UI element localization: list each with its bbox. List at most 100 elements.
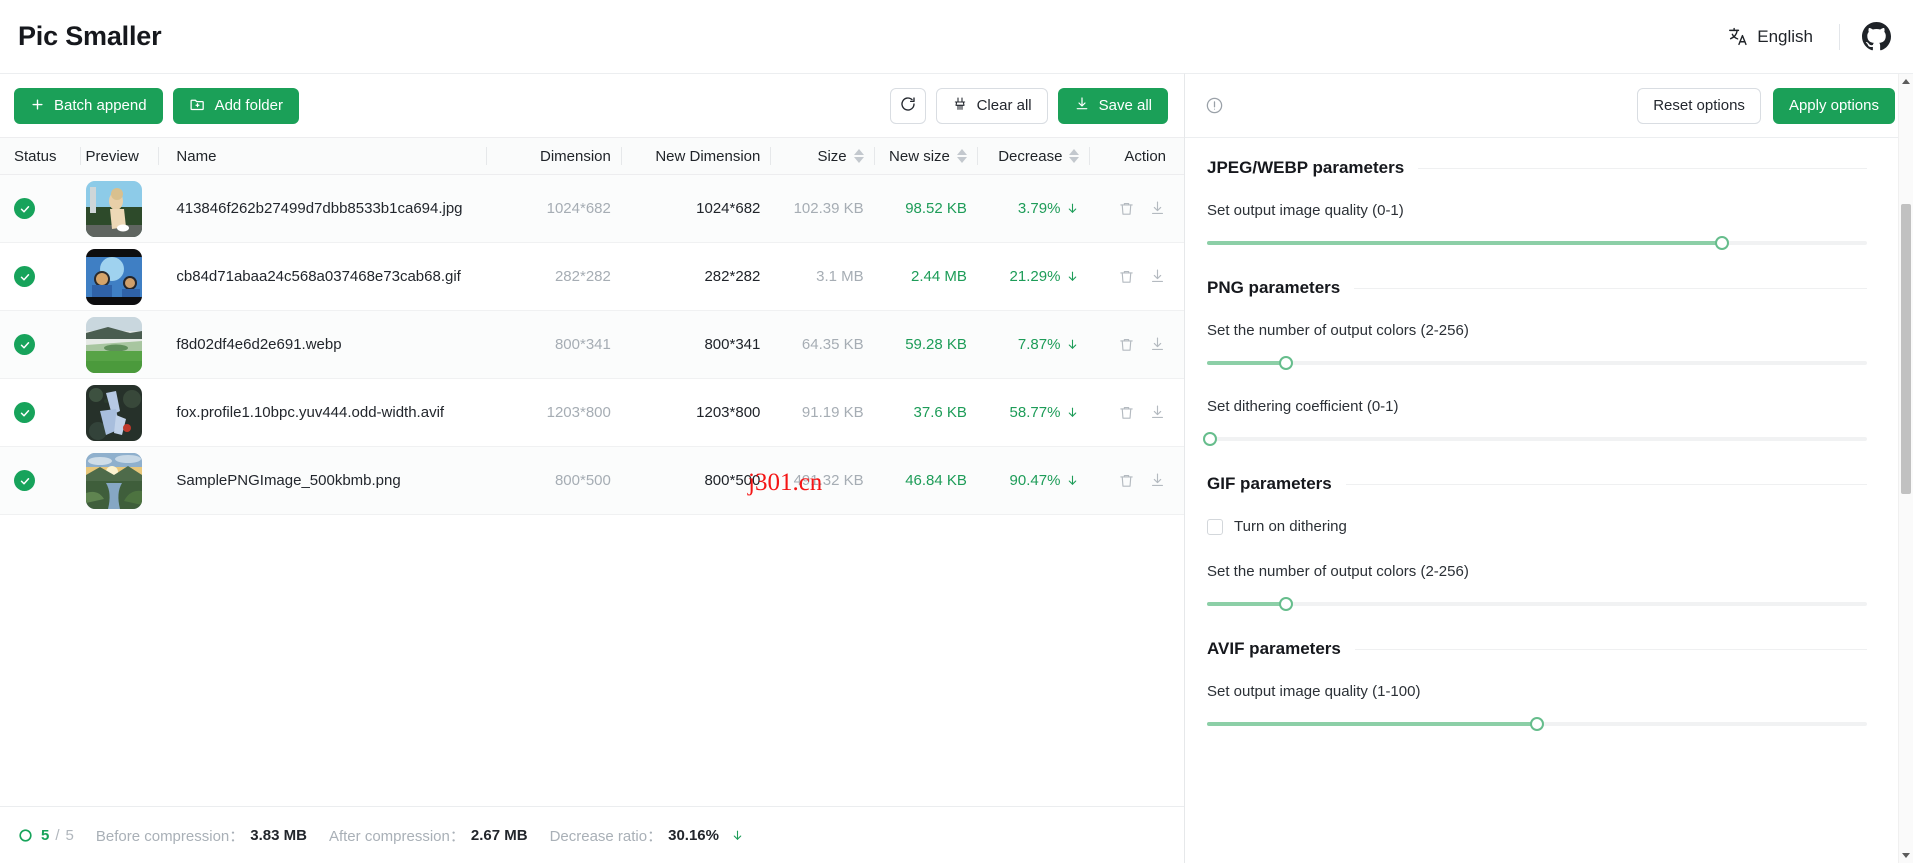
preview-thumbnail[interactable] — [80, 248, 159, 305]
download-icon[interactable] — [1149, 336, 1166, 353]
check-circle-icon — [14, 266, 35, 287]
trash-icon[interactable] — [1118, 200, 1135, 217]
decrease-ratio-group: Decrease ratio： 30.16% — [550, 825, 744, 846]
github-icon[interactable] — [1862, 22, 1891, 51]
file-size: 491.32 KB — [793, 472, 864, 489]
translate-icon — [1727, 26, 1749, 48]
clear-all-button[interactable]: Clear all — [935, 87, 1048, 124]
section-rule — [1345, 483, 1867, 485]
after-compression-value: 2.67 MB — [470, 826, 528, 844]
options-scrollbar[interactable] — [1898, 74, 1913, 863]
preview-thumbnail[interactable] — [80, 180, 159, 237]
status-badge — [0, 402, 80, 423]
preview-thumbnail[interactable] — [80, 316, 159, 373]
field-gif-colors: Set the number of output colors (2-256) — [1207, 563, 1867, 611]
file-dimension: 282*282 — [554, 268, 611, 285]
section-header-avif: AVIF parameters — [1207, 639, 1867, 659]
section-rule — [1354, 648, 1867, 650]
reset-options-label: Reset options — [1653, 97, 1745, 114]
arrow-down-icon — [1066, 474, 1079, 487]
section-title: PNG parameters — [1207, 278, 1341, 297]
save-all-button[interactable]: Save all — [1057, 87, 1168, 124]
broom-icon — [952, 96, 968, 115]
file-table: Status Preview Name Dimension New Dimens… — [0, 137, 1184, 806]
column-header-name: Name — [158, 148, 486, 165]
preview-thumbnail[interactable] — [80, 384, 159, 441]
download-icon[interactable] — [1149, 472, 1166, 489]
preview-thumbnail[interactable] — [80, 452, 159, 509]
slider-knob[interactable] — [1279, 356, 1294, 370]
file-dimension: 800*500 — [554, 472, 611, 489]
app-root: Pic Smaller English Batch append Add fol… — [0, 0, 1913, 863]
file-name: fox.profile1.10bpc.yuv444.odd-width.avif — [176, 404, 445, 421]
avif-quality-slider[interactable] — [1207, 717, 1867, 731]
status-badge — [0, 334, 80, 355]
file-size: 64.35 KB — [801, 336, 864, 353]
trash-icon[interactable] — [1118, 472, 1135, 489]
trash-icon[interactable] — [1118, 404, 1135, 421]
field-png-dither: Set dithering coefficient (0-1) — [1202, 398, 1867, 446]
download-icon[interactable] — [1149, 268, 1166, 285]
column-header-preview: Preview — [80, 148, 159, 165]
add-folder-button[interactable]: Add folder — [172, 87, 299, 124]
slider-knob[interactable] — [1279, 597, 1294, 611]
trash-icon[interactable] — [1118, 268, 1135, 285]
file-new-dimension: 800*500 — [704, 472, 761, 489]
png-colors-slider[interactable] — [1207, 356, 1867, 370]
column-header-new-size[interactable]: New size — [874, 148, 977, 165]
field-jpeg-quality: Set output image quality (0-1) — [1207, 202, 1867, 250]
batch-append-button[interactable]: Batch append — [14, 87, 163, 124]
row-actions — [1089, 200, 1184, 217]
apply-options-button[interactable]: Apply options — [1772, 87, 1895, 124]
info-circle-icon[interactable] — [1205, 96, 1224, 115]
gif-dithering-checkbox[interactable] — [1207, 518, 1223, 535]
check-circle-icon — [14, 402, 35, 423]
gif-colors-slider[interactable] — [1207, 597, 1867, 611]
slider-rail — [1207, 361, 1867, 365]
column-header-size[interactable]: Size — [770, 148, 873, 165]
section-title: GIF parameters — [1207, 474, 1332, 493]
section-rule — [1354, 287, 1867, 289]
slider-knob[interactable] — [1202, 432, 1217, 446]
row-actions — [1089, 472, 1184, 489]
refresh-button[interactable] — [889, 87, 926, 124]
language-switcher[interactable]: English — [1721, 22, 1819, 52]
sort-toggle-size[interactable] — [853, 149, 864, 163]
column-header-decrease[interactable]: Decrease — [977, 148, 1090, 165]
slider-knob[interactable] — [1530, 717, 1544, 731]
table-row[interactable]: fox.profile1.10bpc.yuv444.odd-width.avif… — [0, 379, 1184, 447]
jpeg-quality-slider[interactable] — [1207, 236, 1867, 250]
sort-toggle-new-size[interactable] — [956, 149, 967, 163]
gif-dithering-label: Turn on dithering — [1234, 518, 1347, 535]
scroll-up-button[interactable] — [1899, 74, 1913, 89]
scroll-down-button[interactable] — [1899, 848, 1913, 863]
section-header-jpeg-webp: JPEG/WEBP parameters — [1207, 158, 1867, 178]
sort-toggle-decrease[interactable] — [1069, 149, 1080, 163]
scrollbar-thumb[interactable] — [1901, 204, 1911, 494]
field-label: Set dithering coefficient (0-1) — [1207, 398, 1399, 415]
file-new-size: 98.52 KB — [905, 200, 967, 217]
reset-options-button[interactable]: Reset options — [1637, 87, 1761, 124]
table-row[interactable]: 413846f262b27499d7dbb8533b1ca694.jpg 102… — [0, 175, 1184, 243]
folder-plus-icon — [189, 96, 206, 116]
table-row[interactable]: SamplePNGImage_500kbmb.png 800*500 800*5… — [0, 447, 1184, 515]
slider-fill — [1207, 361, 1287, 365]
check-circle-icon — [14, 198, 35, 219]
refresh-icon — [899, 95, 917, 116]
circle-icon — [18, 828, 33, 843]
slider-knob[interactable] — [1714, 236, 1729, 250]
arrow-down-icon — [1066, 406, 1079, 419]
png-dither-slider[interactable] — [1202, 432, 1867, 446]
table-row[interactable]: f8d02df4e6d2e691.webp 800*341 800*341 64… — [0, 311, 1184, 379]
download-icon[interactable] — [1149, 404, 1166, 421]
app-header: Pic Smaller English — [0, 0, 1913, 73]
file-size: 91.19 KB — [801, 404, 864, 421]
batch-append-label: Batch append — [54, 97, 147, 114]
file-decrease: 90.47% — [977, 472, 1090, 489]
trash-icon[interactable] — [1118, 336, 1135, 353]
decrease-ratio-label: Decrease ratio： — [549, 827, 663, 845]
download-icon[interactable] — [1149, 200, 1166, 217]
slider-fill — [1207, 241, 1722, 245]
table-row[interactable]: cb84d71abaa24c568a037468e73cab68.gif 282… — [0, 243, 1184, 311]
gif-dithering-checkbox-row[interactable]: Turn on dithering — [1207, 518, 1867, 535]
